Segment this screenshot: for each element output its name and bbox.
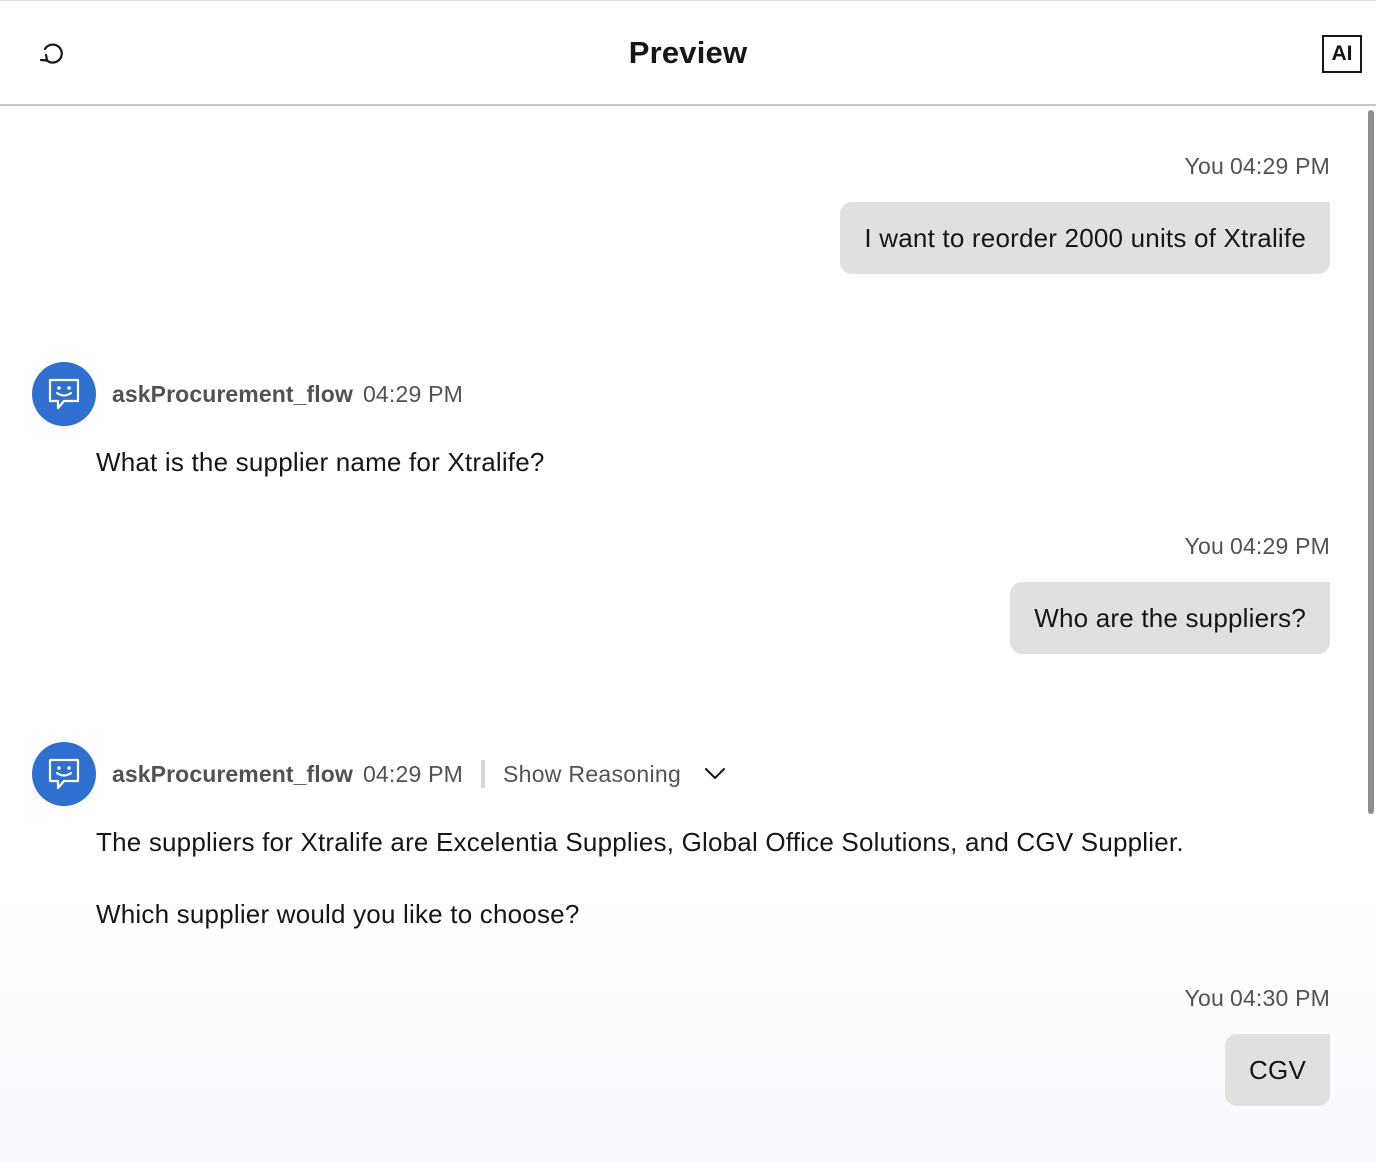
bot-message-meta: askProcurement_flow 04:29 PM Show Reason… <box>112 742 727 806</box>
user-message-meta: You 04:29 PM <box>1185 533 1330 560</box>
chat-transcript[interactable]: You 04:29 PM I want to reorder 2000 units… <box>0 106 1376 1162</box>
timestamp: 04:29 PM <box>1229 153 1330 179</box>
page-title: Preview <box>628 35 748 70</box>
timestamp: 04:29 PM <box>1229 533 1330 559</box>
scrollbar-thumb[interactable] <box>1368 110 1374 814</box>
chevron-down-icon[interactable] <box>703 762 727 786</box>
preview-panel: Preview AI You 04:29 PM I want to reorder… <box>0 0 1376 1162</box>
ai-badge[interactable]: AI <box>1322 35 1362 73</box>
sender-label: You <box>1184 153 1224 179</box>
bot-name: askProcurement_flow <box>112 760 353 787</box>
bot-avatar <box>32 362 96 426</box>
preview-header: Preview AI <box>0 0 1376 106</box>
bot-message-text: What is the supplier name for Xtralife? <box>96 447 545 477</box>
user-message-bubble: Who are the suppliers? <box>1010 582 1330 654</box>
chat-bot-icon <box>48 378 80 410</box>
timestamp: 04:29 PM <box>362 380 463 407</box>
bot-avatar <box>32 742 96 806</box>
divider <box>480 760 485 788</box>
bot-message-text: The suppliers for Xtralife are Excelenti… <box>96 827 1184 857</box>
timestamp: 04:30 PM <box>1229 985 1330 1011</box>
user-message-bubble: CGV <box>1225 1034 1330 1106</box>
bot-message-text: Which supplier would you like to choose? <box>96 899 580 929</box>
bot-message-meta: askProcurement_flow 04:29 PM <box>112 362 463 426</box>
chat-bot-icon <box>48 758 80 790</box>
show-reasoning-toggle[interactable]: Show Reasoning <box>503 761 681 788</box>
sender-label: You <box>1184 533 1224 559</box>
user-message-bubble: I want to reorder 2000 units of Xtralife <box>840 202 1330 274</box>
sender-label: You <box>1184 985 1224 1011</box>
timestamp: 04:29 PM <box>362 760 463 787</box>
user-message-meta: You 04:29 PM <box>1185 153 1330 180</box>
bot-name: askProcurement_flow <box>112 380 353 407</box>
user-message-meta: You 04:30 PM <box>1185 985 1330 1012</box>
